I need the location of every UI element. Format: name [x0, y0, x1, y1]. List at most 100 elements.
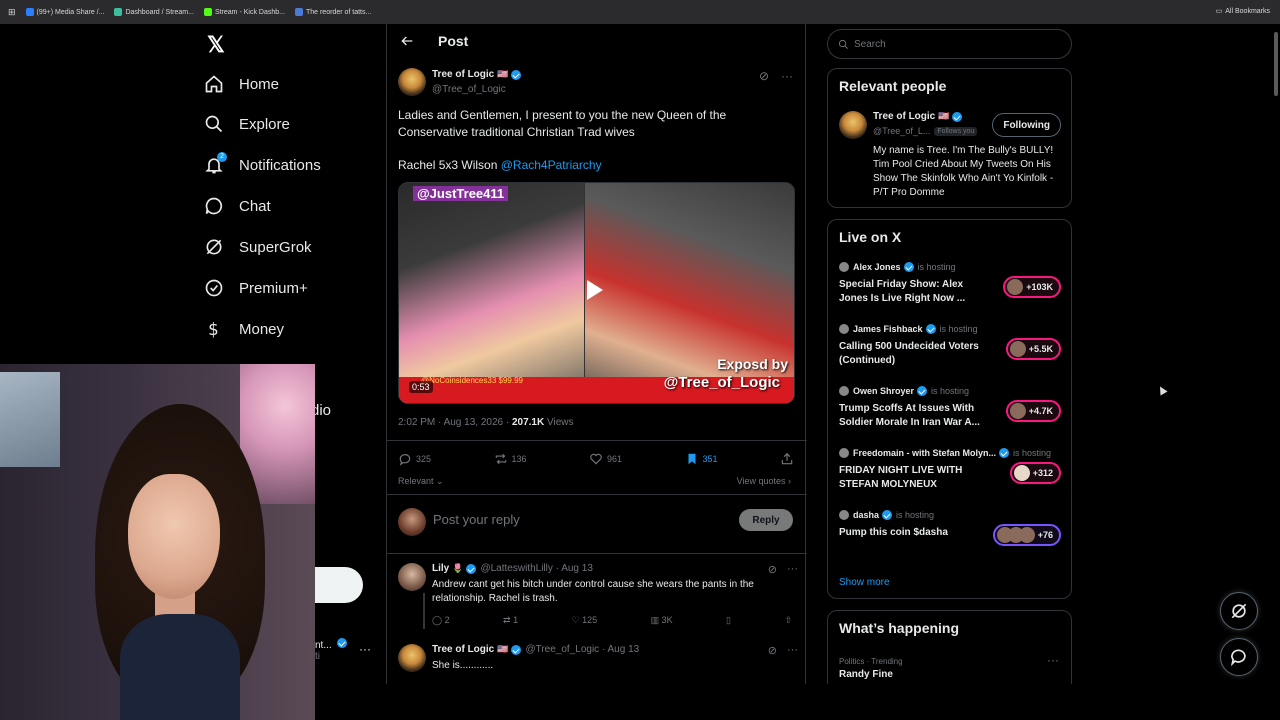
share-icon[interactable]: ⇧ [784, 615, 792, 626]
author-avatar[interactable] [398, 68, 426, 96]
scrollbar-thumb[interactable] [1274, 32, 1278, 96]
nav-supergrok-label: SuperGrok [239, 238, 312, 256]
play-icon[interactable] [587, 280, 603, 300]
like-action[interactable]: 961 [589, 452, 622, 466]
sort-label: Relevant [398, 476, 434, 486]
trend-name[interactable]: Randy Fine [839, 669, 893, 680]
bookmark-item[interactable]: (99+) Media Share /... [25, 8, 104, 16]
live-item[interactable]: dasha is hosting Pump this coin $dasha +7… [839, 510, 1061, 546]
video-handle-tag: @Tree_of_Logic [663, 374, 780, 391]
bookmark-item[interactable]: Dashboard / Stream... [114, 8, 194, 16]
repost-action[interactable]: ⇄ 1 [503, 615, 518, 626]
nav-home[interactable]: Home [204, 69, 279, 99]
more-icon[interactable]: ··· [781, 69, 793, 83]
more-icon[interactable]: ··· [1047, 653, 1059, 667]
hosting-label: is hosting [939, 324, 978, 334]
reply-action[interactable]: ◯ 2 [432, 615, 450, 626]
reply-input[interactable]: Post your reply [433, 512, 520, 527]
video-coin-text: @NoCoinsidences33 $99.99 [421, 376, 523, 385]
search-icon [205, 115, 223, 133]
views-action[interactable]: ▥ 3K [651, 615, 673, 626]
nav-chat[interactable]: Chat [204, 191, 271, 221]
scrollbar[interactable] [1272, 24, 1280, 684]
reply-button[interactable]: Reply [739, 509, 793, 531]
repost-action[interactable]: 136 [494, 452, 527, 466]
verified-icon [511, 644, 522, 655]
trend-category: Politics · Trending [839, 657, 903, 666]
reply-author[interactable]: Lily 🌷 @LatteswithLilly · Aug 13 [432, 563, 593, 574]
views-label: Views [547, 417, 574, 428]
messages-fab[interactable] [1220, 638, 1258, 676]
wall-poster [0, 372, 60, 467]
listener-pill[interactable]: +312 [1009, 462, 1061, 484]
more-icon[interactable]: ··· [787, 644, 798, 657]
grok-icon[interactable]: ⊘ [768, 563, 777, 576]
video-overlay-text: Exposd by [717, 356, 788, 372]
like-count: 125 [582, 615, 598, 625]
video-player[interactable]: @JustTree411 Exposd by @NoCoinsidences33… [398, 182, 795, 404]
hosting-label: is hosting [917, 262, 956, 272]
more-icon[interactable]: ··· [787, 563, 798, 576]
all-bookmarks[interactable]: ▭ All Bookmarks [1215, 7, 1270, 16]
nav-money[interactable]: $ Money [204, 314, 284, 344]
post-column: Post Tree of Logic 🇺🇸 @Tree_of_Logic ⊘ ·… [386, 24, 807, 684]
following-button[interactable]: Following [992, 113, 1061, 137]
view-quotes-link[interactable]: View quotes › [737, 476, 791, 486]
person-avatar[interactable] [839, 111, 867, 139]
bookmark-item[interactable]: The reorder of tatts... [294, 8, 371, 16]
share-action[interactable] [780, 452, 794, 466]
post-text-prefix: Rachel 5x3 Wilson [398, 158, 498, 172]
apps-grid-icon[interactable]: ⊞ [8, 7, 16, 18]
reply-action[interactable]: 325 [398, 452, 431, 466]
listener-count: +103K [1026, 282, 1053, 292]
grok-fab[interactable] [1220, 592, 1258, 630]
reply-handle: @LatteswithLilly · Aug 13 [480, 563, 593, 574]
nav-supergrok[interactable]: SuperGrok [204, 232, 312, 262]
listener-pill[interactable]: +5.5K [1005, 338, 1061, 360]
verified-icon [952, 111, 963, 122]
post-timestamp[interactable]: 2:02 PM · Aug 13, 2026 · [398, 417, 509, 428]
nav-premium[interactable]: Premium+ [204, 273, 308, 303]
show-more-link[interactable]: Show more [839, 577, 890, 588]
reply-author[interactable]: Tree of Logic 🇺🇸 @Tree_of_Logic · Aug 13 [432, 644, 639, 655]
thread-line [423, 593, 425, 629]
folder-icon: ▭ [1215, 8, 1223, 15]
host-name: Freedomain - with Stefan Molyn... [853, 448, 997, 458]
repost-icon [495, 453, 506, 465]
live-item[interactable]: James Fishback is hosting Calling 500 Und… [839, 324, 1061, 368]
x-logo-icon[interactable]: 𝕏 [207, 32, 229, 57]
nav-premium-label: Premium+ [239, 279, 308, 297]
bookmark-icon[interactable]: ▯ [726, 615, 731, 626]
post-button[interactable] [315, 567, 363, 603]
account-switcher[interactable]: nt... ti [315, 638, 348, 662]
author-name[interactable]: Tree of Logic 🇺🇸 [432, 69, 522, 80]
hosting-label: is hosting [1013, 448, 1052, 458]
live-item[interactable]: Alex Jones is hosting Special Friday Show… [839, 262, 1061, 306]
reply-avatar[interactable] [398, 644, 426, 672]
mention-link[interactable]: @Rach4Patriarchy [501, 158, 602, 172]
host-name: dasha [853, 510, 880, 520]
nav-notifications[interactable]: 2 Notifications [204, 150, 321, 180]
like-action[interactable]: ♡ 125 [572, 615, 598, 626]
person-name[interactable]: Tree of Logic 🇺🇸 [873, 111, 963, 122]
grok-icon[interactable]: ⊘ [768, 644, 777, 657]
nav-chat-label: Chat [239, 197, 271, 215]
listener-avatar [1018, 527, 1035, 543]
search-input[interactable]: Search [827, 29, 1072, 59]
bookmark-action[interactable]: 351 [685, 452, 718, 466]
sort-dropdown[interactable]: Relevant ⌄ [398, 476, 444, 487]
nav-explore[interactable]: Explore [204, 109, 290, 139]
listener-pill[interactable]: +76 [992, 524, 1061, 546]
person-handle: @Tree_of_L... Follows you [873, 126, 978, 136]
live-item[interactable]: Freedomain - with Stefan Molyn... is host… [839, 448, 1061, 492]
bookmark-item[interactable]: Stream - Kick Dashb... [203, 8, 285, 16]
grok-icon[interactable]: ⊘ [759, 69, 769, 83]
back-arrow-icon[interactable] [399, 33, 415, 49]
reply-avatar[interactable] [398, 563, 426, 591]
listener-pill[interactable]: +4.7K [1005, 400, 1061, 422]
live-item[interactable]: Owen Shroyer is hosting Trump Scoffs At I… [839, 386, 1061, 430]
more-icon[interactable]: ··· [359, 642, 371, 656]
person-bio: My name is Tree. I'm The Bully's BULLY! … [873, 145, 1054, 198]
author-handle[interactable]: @Tree_of_Logic [432, 84, 506, 95]
listener-pill[interactable]: +103K [1003, 276, 1061, 298]
